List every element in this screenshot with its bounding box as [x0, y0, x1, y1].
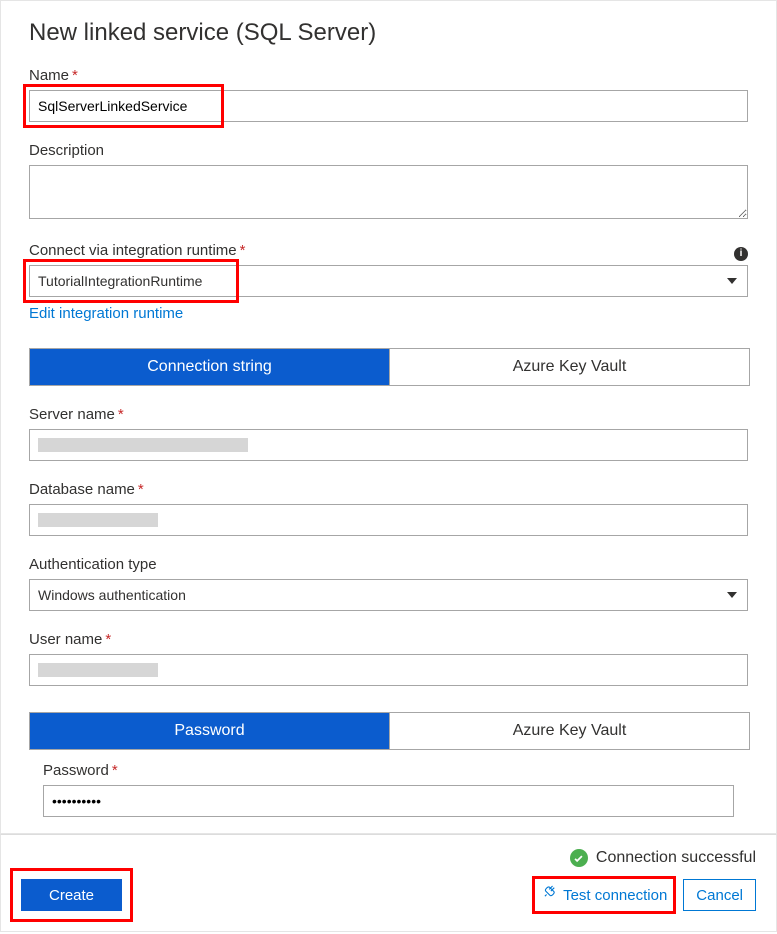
tab-azure-key-vault-pwd[interactable]: Azure Key Vault [389, 713, 749, 749]
edit-integration-runtime-link[interactable]: Edit integration runtime [29, 305, 183, 322]
page-title: New linked service (SQL Server) [29, 19, 748, 47]
integration-runtime-label: Connect via integration runtime* [29, 242, 245, 259]
integration-runtime-select[interactable]: TutorialIntegrationRuntime [29, 265, 748, 297]
database-name-input[interactable] [29, 504, 748, 536]
tab-password[interactable]: Password [30, 713, 389, 749]
name-input[interactable] [29, 90, 748, 122]
check-icon [570, 849, 588, 867]
connection-status: Connection successful [122, 849, 756, 867]
server-name-label: Server name* [29, 406, 748, 423]
tab-connection-string[interactable]: Connection string [30, 349, 389, 385]
auth-type-label: Authentication type [29, 556, 748, 573]
description-label: Description [29, 142, 748, 159]
database-name-label: Database name* [29, 481, 748, 498]
cancel-button[interactable]: Cancel [683, 879, 756, 911]
name-label: Name* [29, 67, 748, 84]
chevron-down-icon [727, 278, 737, 284]
chevron-down-icon [727, 592, 737, 598]
password-input[interactable] [43, 785, 734, 817]
plug-icon [541, 885, 557, 905]
password-label: Password* [43, 762, 748, 779]
user-name-input[interactable] [29, 654, 748, 686]
connection-method-tabs: Connection string Azure Key Vault [29, 348, 750, 386]
password-method-tabs: Password Azure Key Vault [29, 712, 750, 750]
create-button[interactable]: Create [21, 879, 122, 911]
description-input[interactable] [29, 165, 748, 219]
info-icon[interactable]: i [734, 247, 748, 261]
auth-type-select[interactable]: Windows authentication [29, 579, 748, 611]
test-connection-button[interactable]: Test connection [541, 885, 667, 905]
footer-bar: Create Connection successful Test connec… [0, 834, 777, 932]
user-name-label: User name* [29, 631, 748, 648]
tab-azure-key-vault-conn[interactable]: Azure Key Vault [389, 349, 749, 385]
server-name-input[interactable] [29, 429, 748, 461]
linked-service-panel: New linked service (SQL Server) Name* De… [0, 0, 777, 834]
